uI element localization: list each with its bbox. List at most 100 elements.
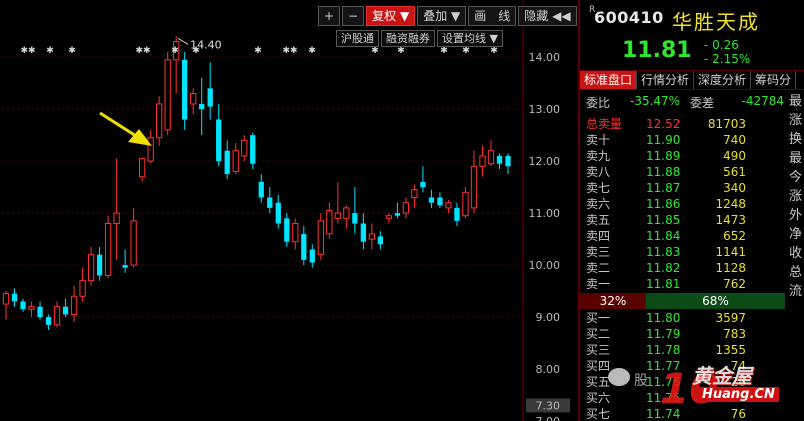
asks-volume: 1248	[715, 197, 746, 211]
asks-label: 卖十	[586, 133, 611, 147]
bids-volume: 76	[730, 407, 746, 421]
margin-trading-button[interactable]: 融资融券	[381, 30, 435, 47]
candle-body-up	[130, 220, 137, 266]
tab-standard-book[interactable]: 标准盘口	[580, 71, 638, 89]
zoom-out-button[interactable]: −	[342, 6, 365, 26]
asks-row[interactable]: 卖九 11.89 490	[580, 148, 790, 164]
candle-body-up	[79, 280, 86, 297]
candle-body-up	[28, 306, 35, 310]
stats-label: 今	[789, 170, 803, 185]
asks-row[interactable]: 卖十 11.90 740	[580, 132, 790, 148]
stock-code: 600410	[594, 8, 664, 27]
asks-volume: 652	[723, 229, 746, 243]
asks-row[interactable]: 卖三 11.83 1141	[580, 244, 790, 260]
event-marker: ✱	[254, 46, 262, 56]
candle-body-down	[250, 135, 256, 164]
asks-row[interactable]: 卖五 11.85 1473	[580, 212, 790, 228]
adjust-button[interactable]: 复权 ▼	[366, 6, 416, 26]
stats-label: 总	[789, 265, 803, 280]
zoom-in-button[interactable]: +	[318, 6, 341, 26]
peak-pointer	[177, 37, 189, 45]
candle-body-down	[199, 103, 205, 110]
kline-chart-area[interactable]: 14.00 13.00 12.00 11.00 10.00 9.00 8.00 7.30 7.0…	[0, 0, 578, 421]
bids-row[interactable]: 买四 11.77 74	[580, 358, 790, 374]
stats-label: 外	[789, 208, 803, 223]
candle-body-down	[496, 155, 503, 164]
bids-price: 11.75	[646, 391, 681, 405]
bids-row[interactable]: 买七 11.74 76	[580, 406, 790, 421]
tab-depth-analysis[interactable]: 深度分析	[694, 71, 752, 89]
candle-body-down	[45, 317, 52, 325]
bids-row[interactable]: 买二 11.79 783	[580, 326, 790, 342]
candle-body-up	[113, 212, 120, 224]
change-amount: - 0.26	[704, 38, 739, 52]
bids-label: 买五	[586, 375, 611, 389]
y-tick-label: 10.00	[529, 259, 561, 272]
ma-setting-button[interactable]: 设置均线 ▼	[437, 30, 503, 47]
asks-row[interactable]: 卖八 11.88 561	[580, 164, 790, 180]
candle-body-up	[385, 215, 393, 219]
hide-button[interactable]: 隐藏 ◀◀	[518, 6, 577, 26]
bids-price: 11.80	[646, 311, 681, 325]
event-marker: ✱	[397, 46, 405, 56]
tab-market-analysis[interactable]: 行情分析	[637, 71, 695, 89]
adjust-label: 复权	[372, 9, 397, 23]
event-marker: ✱	[171, 46, 179, 56]
asks-price: 11.90	[646, 133, 681, 147]
bids-row[interactable]: 买三 11.78 1355	[580, 342, 790, 358]
event-marker: ✱	[371, 46, 379, 56]
asks-volume: 740	[723, 133, 746, 147]
asks-row[interactable]: 卖四 11.84 652	[580, 228, 790, 244]
asks-price: 11.86	[646, 197, 681, 211]
sell-ratio: 32%	[580, 293, 646, 309]
candle-body-up	[317, 220, 324, 256]
y-tick-label: 13.00	[529, 103, 561, 116]
y-tick-label: 12.00	[529, 155, 561, 168]
candle-body-up	[411, 189, 418, 199]
event-marker: ✱	[490, 46, 498, 56]
hk-connect-button[interactable]: 沪股通	[336, 30, 379, 47]
asks-row[interactable]: 卖七 11.87 340	[580, 180, 790, 196]
sell-total-price: 12.52	[646, 117, 681, 131]
price-change: - 0.26 - 2.15%	[704, 38, 750, 66]
candle-body-down	[275, 202, 281, 224]
asks-label: 卖七	[586, 181, 611, 195]
yellow-arrow-icon	[99, 111, 152, 146]
event-marker: ✱	[46, 46, 54, 56]
candle-body-up	[232, 150, 239, 173]
event-marker: ✱✱	[20, 46, 35, 56]
overlay-button[interactable]: 叠加 ▼	[417, 6, 467, 26]
asks-price: 11.88	[646, 165, 681, 179]
bids-volume: 74	[730, 359, 746, 373]
asks-row[interactable]: 卖一 11.81 762	[580, 276, 790, 292]
overlay-label: 叠加	[423, 9, 448, 23]
caret-down-icon: ▼	[489, 32, 498, 45]
stock-title: R 600410 华胜天成	[580, 0, 804, 36]
asks-volume: 1473	[715, 213, 746, 227]
asks-volume: 1128	[715, 261, 746, 275]
stats-label: 最	[789, 151, 803, 166]
asks-label: 卖九	[586, 149, 611, 163]
bids-row[interactable]: 买五 11.76 26	[580, 374, 790, 390]
asks-row[interactable]: 卖六 11.86 1248	[580, 196, 790, 212]
candle-body-down	[182, 59, 188, 120]
bids-price: 11.76	[646, 375, 681, 389]
event-marker: ✱	[462, 46, 470, 56]
asks-price: 11.84	[646, 229, 681, 243]
asks-row[interactable]: 卖二 11.82 1128	[580, 260, 790, 276]
bids-volume: 1355	[715, 343, 746, 357]
bids-row[interactable]: 买六 11.75 13	[580, 390, 790, 406]
event-marker: ✱	[440, 46, 448, 56]
bids-row[interactable]: 买一 11.80 3597	[580, 310, 790, 326]
candle-body-up	[70, 295, 78, 315]
candle-body-down	[394, 213, 401, 216]
kline-chart[interactable]: 14.00 13.00 12.00 11.00 10.00 9.00 8.00 7.30 7.0…	[0, 0, 578, 421]
stats-column-clipped: 最涨换最今涨外净收总流	[789, 92, 804, 301]
event-marker: ✱✱	[282, 46, 297, 56]
stats-label: 最	[789, 94, 803, 109]
candle-body-down	[377, 236, 384, 245]
double-left-arrow-icon: ◀◀	[552, 9, 571, 23]
candle-body-up	[190, 93, 197, 105]
tab-chip-distribution[interactable]: 筹码分	[751, 71, 797, 89]
draw-line-button[interactable]: 画 线	[468, 6, 517, 26]
